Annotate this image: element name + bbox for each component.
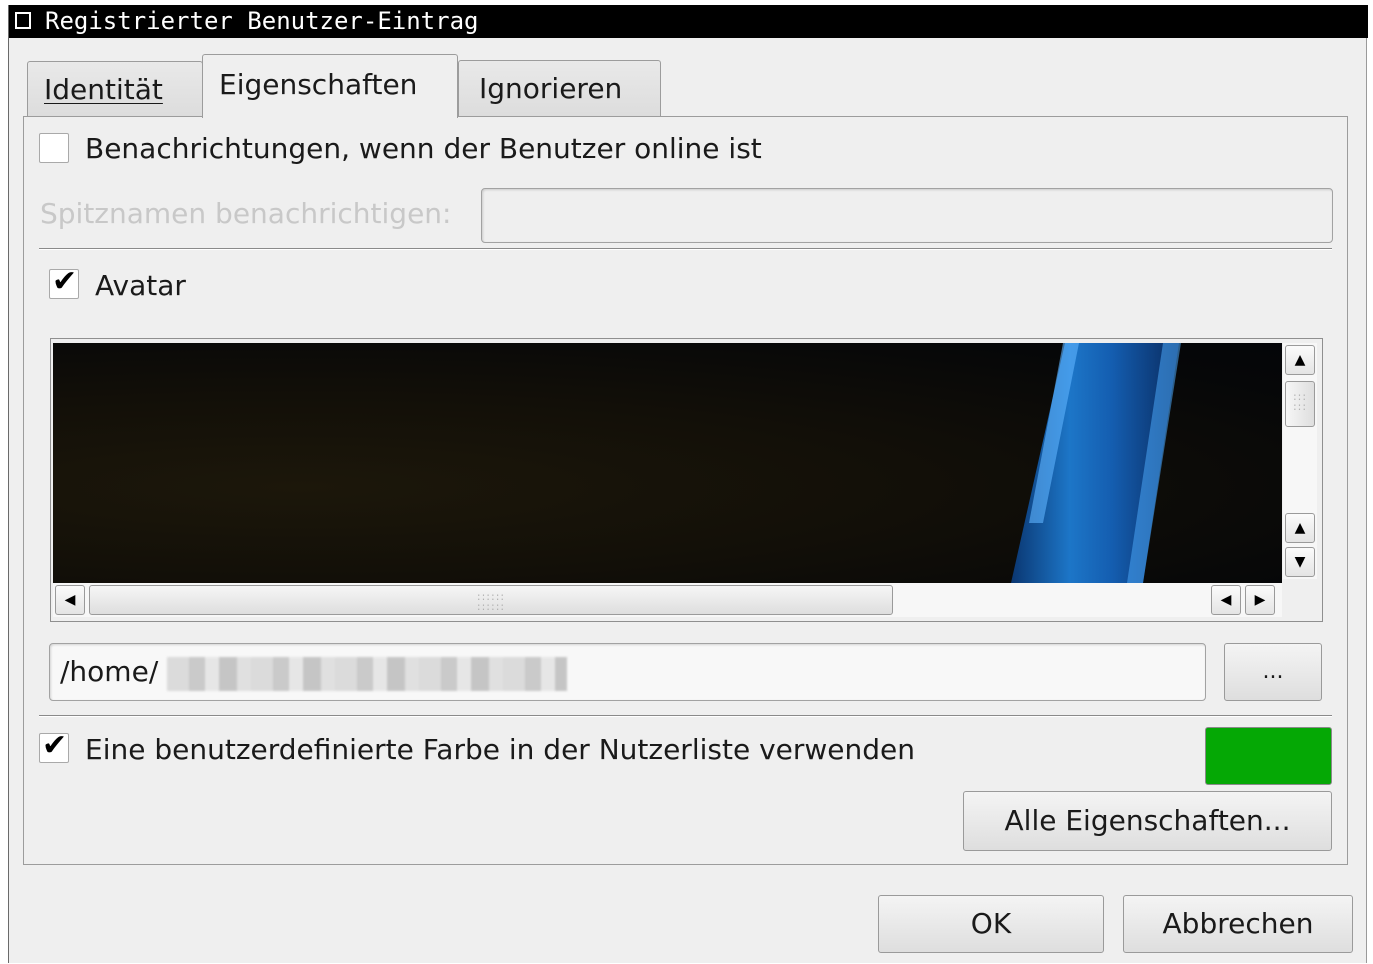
avatar-path-value: /home/ [60,655,159,688]
tab-label: Identität [44,73,163,106]
scroll-down-icon: ▼ [1294,554,1306,570]
scroll-up-icon: ▲ [1294,520,1306,536]
scroll-up-button[interactable]: ▲ [1285,345,1315,375]
all-properties-label: Alle Eigenschaften... [1004,804,1291,837]
tab-identitaet[interactable]: Identität [27,61,203,118]
check-icon: ✔ [52,264,78,299]
avatar-image [53,343,1282,583]
browse-avatar-button[interactable]: ... [1224,643,1322,701]
title-bar[interactable]: Registrierter Benutzer-Eintrag [9,5,1368,38]
cancel-button[interactable]: Abbrechen [1123,895,1353,953]
grip-icon: :::::: [1292,390,1308,413]
scroll-right-button[interactable]: ▶ [1245,585,1275,615]
browse-label: ... [1262,659,1284,684]
horizontal-scroll-thumb[interactable]: :::::::::::: [89,585,893,615]
scroll-up-button-2[interactable]: ▲ [1285,513,1315,543]
scroll-left-button[interactable]: ◀ [55,585,85,615]
nick-notify-input[interactable] [481,188,1333,243]
scroll-down-button[interactable]: ▼ [1285,547,1315,577]
separator [39,248,1332,250]
nick-notify-label: Spitznamen benachrichtigen: [40,197,452,230]
tab-label: Ignorieren [479,72,623,105]
avatar-checkbox[interactable]: ✔ [49,265,79,299]
custom-color-checkbox[interactable]: ✔ [39,729,69,763]
scroll-right-icon: ▶ [1254,592,1266,608]
avatar-preview-scrollarea[interactable]: ▲ :::::: ▲ ▼ ◀ :::::::::::: ◀ ▶ [50,338,1323,622]
scroll-left-button-2[interactable]: ◀ [1211,585,1241,615]
redacted-path [167,657,567,691]
window-menu-icon[interactable] [15,12,31,29]
dialog-window: Registrierter Benutzer-Eintrag Identität… [8,5,1368,963]
tab-ignorieren[interactable]: Ignorieren [458,60,661,118]
ok-button[interactable]: OK [878,895,1104,953]
check-icon: ✔ [42,728,68,763]
notify-online-label[interactable]: Benachrichtungen, wenn der Benutzer onli… [85,131,762,167]
cancel-label: Abbrechen [1162,907,1314,940]
window-title: Registrierter Benutzer-Eintrag [45,7,479,35]
scroll-left-icon: ◀ [1220,592,1232,608]
tab-label: Eigenschaften [219,68,418,101]
avatar-label[interactable]: Avatar [95,268,186,304]
horizontal-scrollbar[interactable]: ◀ :::::::::::: ◀ ▶ [53,583,1282,617]
color-swatch-button[interactable] [1205,727,1332,785]
tab-eigenschaften[interactable]: Eigenschaften [202,54,458,118]
all-properties-button[interactable]: Alle Eigenschaften... [963,791,1332,851]
avatar-path-input[interactable]: /home/ [49,643,1206,701]
custom-color-label[interactable]: Eine benutzerdefinierte Farbe in der Nut… [85,732,915,768]
avatar-image-graphic [1011,343,1181,583]
separator [39,715,1332,717]
notify-online-checkbox[interactable] [39,133,69,163]
scroll-up-icon: ▲ [1294,352,1306,368]
ok-label: OK [970,907,1012,940]
tab-panel-eigenschaften: Benachrichtungen, wenn der Benutzer onli… [23,116,1348,865]
scroll-left-icon: ◀ [64,592,76,608]
grip-icon: :::::::::::: [476,590,506,613]
vertical-scrollbar[interactable]: ▲ :::::: ▲ ▼ [1283,343,1317,579]
vertical-scroll-thumb[interactable]: :::::: [1285,381,1315,427]
